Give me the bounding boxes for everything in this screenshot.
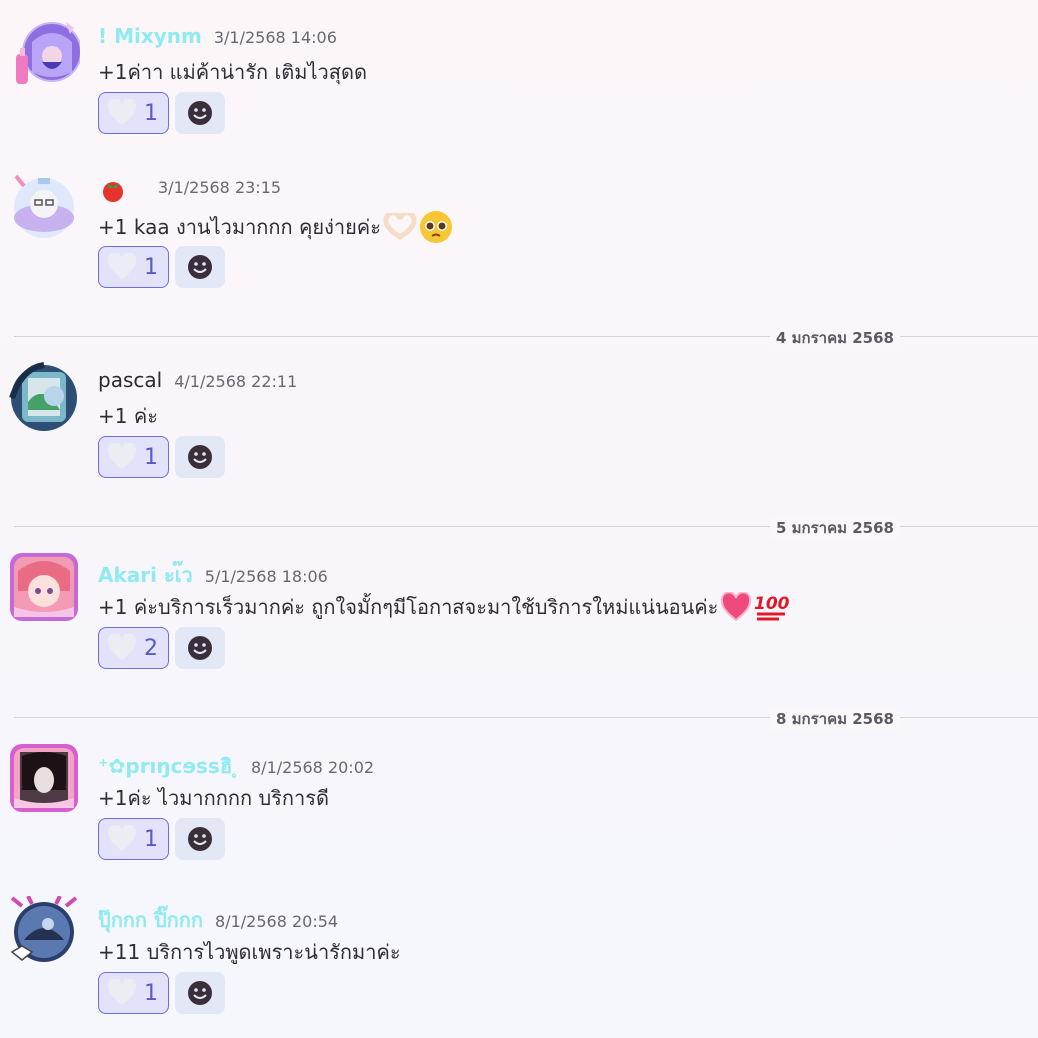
avatar[interactable] <box>8 22 80 94</box>
message-text: +1ค่าา แม่ค้าน่ารัก เติมไวสุดด <box>98 60 367 84</box>
reactions: 1 <box>98 972 225 1014</box>
date-divider-label: 4 มกราคม 2568 <box>769 326 900 350</box>
message-text: +1 kaa งานไวมากกก คุยง่ายค่ะ <box>98 215 381 239</box>
reaction-button[interactable]: 1 <box>98 972 169 1014</box>
message-content: +11 บริการไวพูดเพราะน่ารักมาค่ะ <box>98 936 401 968</box>
date-divider: 8 มกราคม 2568 <box>14 707 1038 731</box>
timestamp: 3/1/2568 23:15 <box>158 178 282 197</box>
heart-icon <box>107 979 137 1005</box>
pleading-face-icon <box>419 211 452 243</box>
timestamp: 5/1/2568 18:06 <box>204 567 328 586</box>
reaction-count: 1 <box>144 980 158 1006</box>
reaction-button[interactable]: 1 <box>98 246 169 288</box>
reaction-button[interactable]: 1 <box>98 436 169 478</box>
smiley-icon <box>188 101 212 125</box>
message-text: +11 บริการไวพูดเพราะน่ารักมาค่ะ <box>98 940 401 964</box>
timestamp: 3/1/2568 14:06 <box>213 28 337 47</box>
date-divider: 5 มกราคม 2568 <box>14 516 1038 540</box>
timestamp: 4/1/2568 22:11 <box>174 372 298 391</box>
add-reaction-button[interactable] <box>175 627 225 669</box>
timestamp: 8/1/2568 20:02 <box>251 758 375 777</box>
heart-icon <box>107 634 137 660</box>
avatar[interactable] <box>8 362 80 434</box>
date-divider-label: 8 มกราคม 2568 <box>769 707 900 731</box>
username[interactable]: ! Mixynm <box>98 24 202 48</box>
reaction-count: 1 <box>144 254 158 280</box>
avatar[interactable] <box>8 742 80 814</box>
avatar[interactable] <box>8 896 80 968</box>
username[interactable]: ปุ๊กกก ปิ๊กกก <box>98 904 203 936</box>
heart-icon <box>107 825 137 851</box>
reactions: 1 <box>98 246 225 288</box>
message-content: +1 kaa งานไวมากกก คุยง่ายค่ะ <box>98 210 453 244</box>
add-reaction-button[interactable] <box>175 92 225 134</box>
add-reaction-button[interactable] <box>175 436 225 478</box>
reactions: 1 <box>98 818 225 860</box>
message-content: +1ค่าา แม่ค้าน่ารัก เติมไวสุดด <box>98 56 367 88</box>
message-content: +1 ค่ะบริการเร็วมากค่ะ ถูกใจมั้กๆมีโอกาส… <box>98 591 790 623</box>
add-reaction-button[interactable] <box>175 972 225 1014</box>
reaction-count: 1 <box>144 826 158 852</box>
avatar[interactable] <box>8 170 80 242</box>
heart-icon <box>107 99 137 125</box>
heart-hands-icon <box>383 213 417 241</box>
smiley-icon <box>188 636 212 660</box>
reaction-button[interactable]: 2 <box>98 627 169 669</box>
reactions: 1 <box>98 92 225 134</box>
reaction-count: 1 <box>144 444 158 470</box>
reactions: 2 <box>98 627 225 669</box>
reaction-count: 1 <box>144 100 158 126</box>
reactions: 1 <box>98 436 225 478</box>
message-content: +1ค่ะ ไวมากกกก บริการดี <box>98 782 329 814</box>
reaction-count: 2 <box>144 635 158 661</box>
reaction-button[interactable]: 1 <box>98 92 169 134</box>
username[interactable]: Akari ะเ๊ว <box>98 559 193 591</box>
avatar[interactable] <box>8 551 80 623</box>
reaction-button[interactable]: 1 <box>98 818 169 860</box>
add-reaction-button[interactable] <box>175 818 225 860</box>
svg-text:100: 100 <box>754 594 790 614</box>
username[interactable]: pascal <box>98 368 162 392</box>
heart-icon <box>721 592 752 622</box>
date-divider: 4 มกราคม 2568 <box>14 326 1038 350</box>
message-text: +1ค่ะ ไวมากกกก บริการดี <box>98 786 329 810</box>
date-divider-label: 5 มกราคม 2568 <box>769 516 900 540</box>
smiley-icon <box>188 827 212 851</box>
message-text: +1 ค่ะ <box>98 404 158 428</box>
tomato-icon <box>103 182 123 202</box>
hundred-points-icon: 100 <box>754 594 790 621</box>
smiley-icon <box>188 445 212 469</box>
heart-icon <box>107 443 137 469</box>
heart-icon <box>107 253 137 279</box>
message-content: +1 ค่ะ <box>98 400 158 432</box>
message-text: +1 ค่ะบริการเร็วมากค่ะ ถูกใจมั้กๆมีโอกาส… <box>98 595 719 619</box>
smiley-icon <box>188 255 212 279</box>
username[interactable]: ⁺✿prıŋcɘssฮิ ̥ <box>98 750 239 782</box>
timestamp: 8/1/2568 20:54 <box>215 912 339 931</box>
add-reaction-button[interactable] <box>175 246 225 288</box>
smiley-icon <box>188 981 212 1005</box>
